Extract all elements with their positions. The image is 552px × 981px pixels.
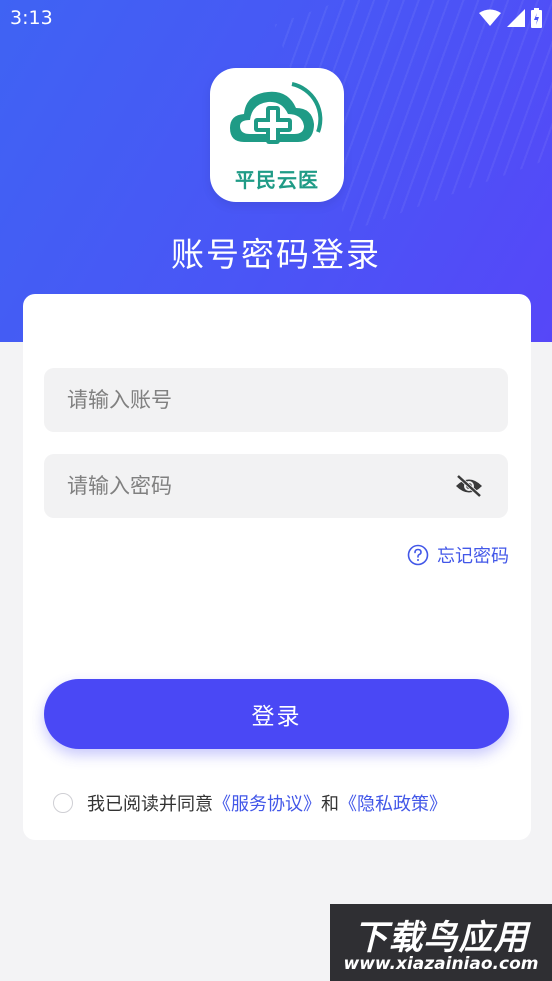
status-bar: 3:13 xyxy=(0,0,552,38)
status-icons xyxy=(479,8,542,28)
login-button[interactable]: 登录 xyxy=(44,679,509,749)
agreement-and: 和 xyxy=(321,794,339,815)
login-card: 忘记密码 登录 我已阅读并同意 《服务协议》 和 《隐私政策》 xyxy=(23,294,531,840)
logo-text: 平民云医 xyxy=(235,168,319,192)
forgot-password-link[interactable]: 忘记密码 xyxy=(407,542,509,568)
battery-icon xyxy=(531,8,542,28)
agreement-prefix: 我已阅读并同意 xyxy=(87,794,213,815)
account-field xyxy=(44,368,508,432)
eye-off-icon[interactable] xyxy=(454,473,484,499)
password-field xyxy=(44,454,508,518)
forgot-password-label: 忘记密码 xyxy=(437,546,509,567)
agreement-row: 我已阅读并同意 《服务协议》 和 《隐私政策》 xyxy=(53,790,447,816)
password-input[interactable] xyxy=(44,454,508,518)
watermark-title: 下载鸟应用 xyxy=(353,918,529,958)
watermark-url: www.xiazainiao.com xyxy=(343,954,539,974)
help-circle-icon xyxy=(407,544,429,566)
cloud-cross-logo xyxy=(230,82,323,144)
account-input[interactable] xyxy=(44,368,508,432)
watermark: 下载鸟应用 www.xiazainiao.com xyxy=(330,904,552,981)
service-agreement-link[interactable]: 《服务协议》 xyxy=(213,790,321,816)
app-logo: 平民云医 xyxy=(210,68,344,202)
page-title: 账号密码登录 xyxy=(171,235,381,274)
wifi-icon xyxy=(479,9,501,26)
agreement-checkbox[interactable] xyxy=(53,793,73,813)
status-time: 3:13 xyxy=(10,7,53,29)
privacy-policy-link[interactable]: 《隐私政策》 xyxy=(339,790,447,816)
signal-icon xyxy=(507,9,525,27)
